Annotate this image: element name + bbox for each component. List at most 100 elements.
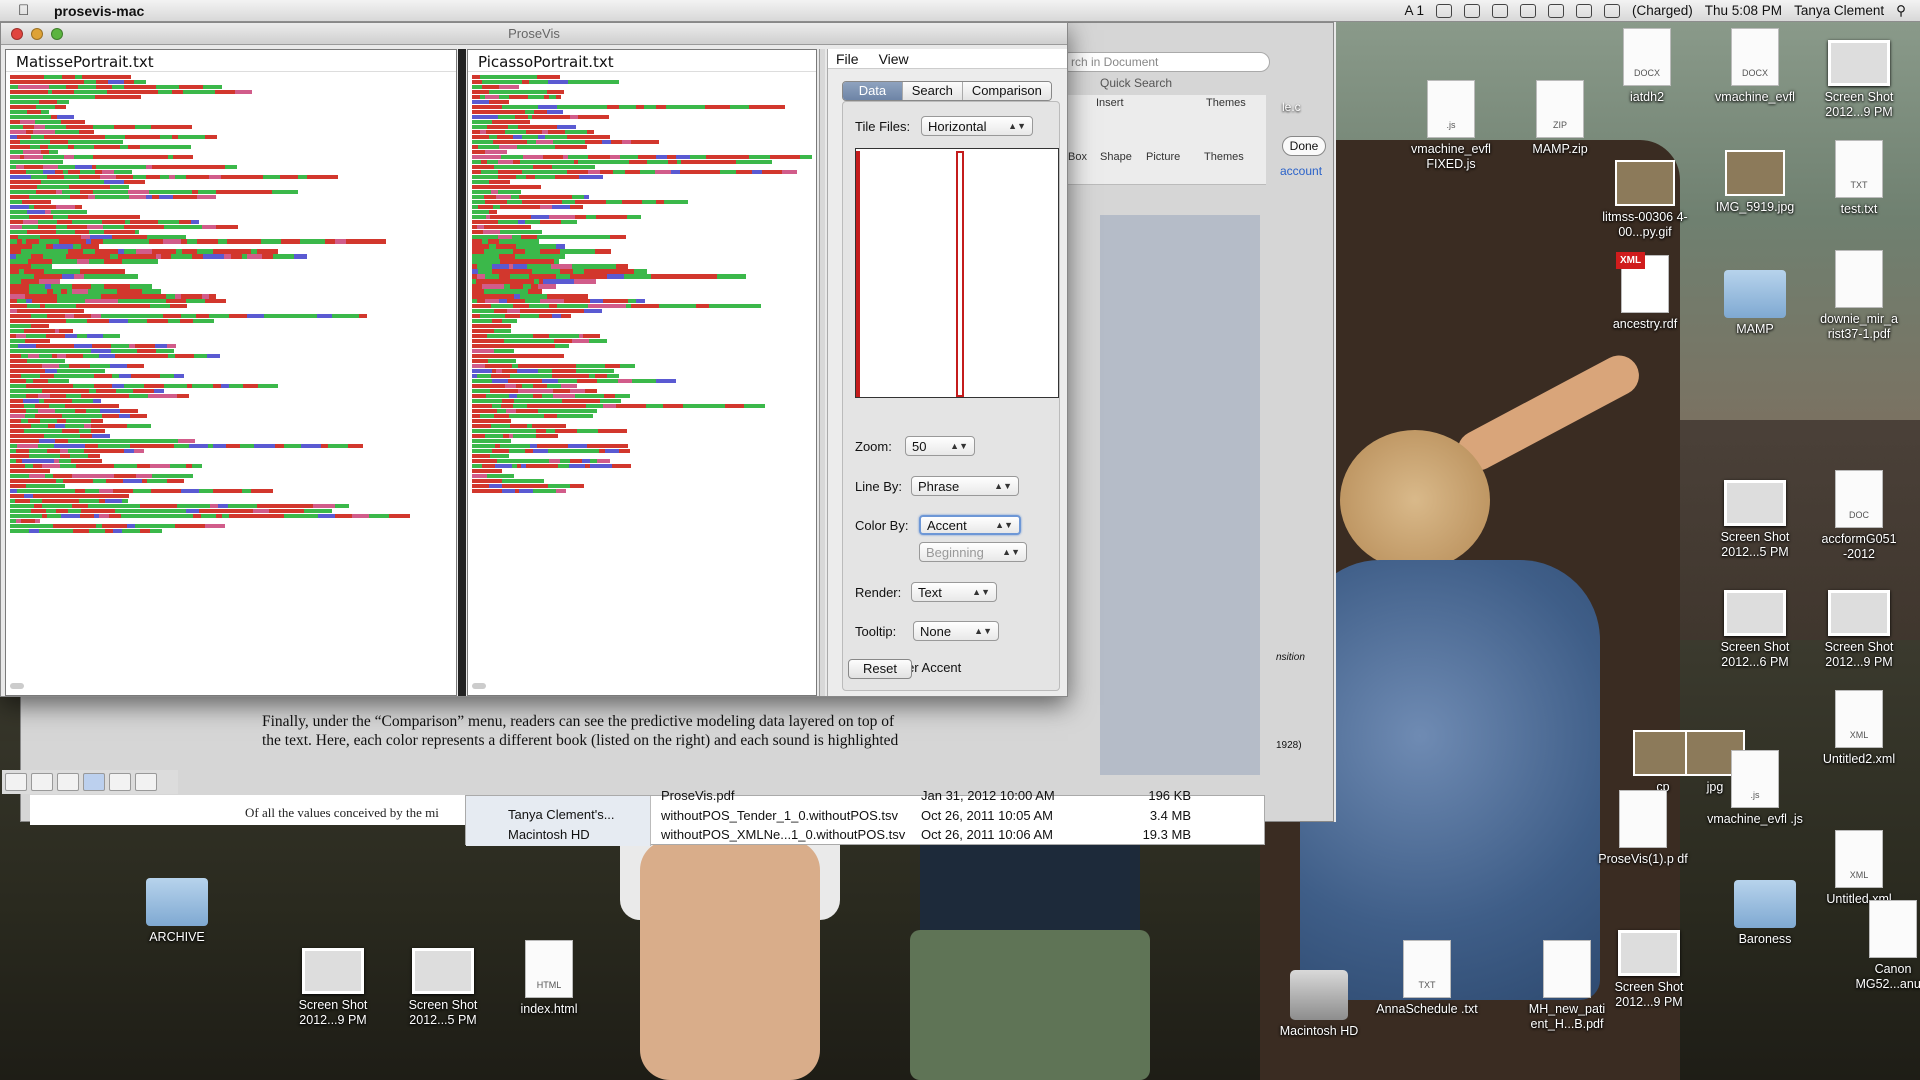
sidebar-item-macintosh-hd[interactable]: Macintosh HD xyxy=(466,824,650,844)
text-line[interactable] xyxy=(472,359,812,364)
text-line[interactable] xyxy=(10,75,452,80)
text-line[interactable] xyxy=(10,219,452,224)
text-line[interactable] xyxy=(10,284,452,289)
text-line[interactable] xyxy=(472,448,812,454)
text-line[interactable] xyxy=(10,79,452,85)
text-line[interactable] xyxy=(472,139,812,144)
view-menu[interactable]: View xyxy=(879,51,909,67)
text-line[interactable] xyxy=(10,184,452,189)
text-line[interactable] xyxy=(10,139,452,144)
text-line[interactable] xyxy=(10,304,452,309)
text-line[interactable] xyxy=(10,104,452,110)
text-line[interactable] xyxy=(10,84,452,90)
text-line[interactable] xyxy=(10,448,452,454)
text-line[interactable] xyxy=(472,394,812,399)
text-line[interactable] xyxy=(10,99,452,105)
print-layout-view-icon[interactable] xyxy=(83,773,105,791)
text-line[interactable] xyxy=(10,418,452,424)
text-line[interactable] xyxy=(10,324,452,329)
themes-button[interactable]: Themes xyxy=(1204,151,1244,163)
text-line[interactable] xyxy=(472,184,812,189)
text-line[interactable] xyxy=(10,264,452,269)
desktop-icon[interactable]: IMG_5919.jpg xyxy=(1700,150,1810,215)
desktop-icon[interactable]: HTML index.html xyxy=(494,940,604,1017)
text-line[interactable] xyxy=(472,458,812,463)
desktop-icon[interactable]: Screen Shot 2012...9 PM xyxy=(1804,40,1914,120)
text-line[interactable] xyxy=(472,319,812,324)
text-line[interactable] xyxy=(472,314,812,319)
text-line[interactable] xyxy=(472,453,812,458)
desktop-icon[interactable]: Screen Shot 2012...9 PM xyxy=(1804,590,1914,670)
text-line[interactable] xyxy=(472,349,812,354)
text-line[interactable] xyxy=(10,394,452,399)
text-line[interactable] xyxy=(472,119,812,125)
table-row[interactable]: ProseVis.pdf Jan 31, 2012 10:00 AM 196 K… xyxy=(661,788,1191,803)
text-line[interactable] xyxy=(472,389,812,394)
text-line[interactable] xyxy=(10,463,452,468)
desktop-icon[interactable]: ProseVis(1).p df xyxy=(1588,790,1698,867)
text-line[interactable] xyxy=(472,289,812,294)
text-line[interactable] xyxy=(10,528,452,533)
text-line[interactable] xyxy=(472,478,812,483)
text-line[interactable] xyxy=(10,349,452,354)
text-line[interactable] xyxy=(472,254,812,259)
text-line[interactable] xyxy=(472,334,812,339)
text-line[interactable] xyxy=(472,239,812,244)
text-line[interactable] xyxy=(472,438,812,444)
text-line[interactable] xyxy=(472,408,812,414)
text-line[interactable] xyxy=(472,209,812,214)
text-line[interactable] xyxy=(472,463,812,468)
text-line[interactable] xyxy=(10,244,452,249)
text-line[interactable] xyxy=(10,154,452,159)
desktop-icon[interactable]: ARCHIVE xyxy=(122,878,232,945)
text-line[interactable] xyxy=(10,379,452,384)
tile-preview[interactable] xyxy=(855,148,1059,398)
quick-search-label[interactable]: Quick Search xyxy=(1100,76,1172,90)
text-line[interactable] xyxy=(10,364,452,369)
text-line[interactable] xyxy=(472,94,812,100)
text-line[interactable] xyxy=(472,354,812,359)
picture-button[interactable]: Picture xyxy=(1146,151,1180,163)
text-line[interactable] xyxy=(10,194,452,199)
text-line[interactable] xyxy=(10,209,452,214)
color-by-sub-select[interactable]: Beginning ▲▼ xyxy=(919,542,1027,562)
text-line[interactable] xyxy=(472,199,812,204)
text-line[interactable] xyxy=(472,398,812,404)
text-line[interactable] xyxy=(472,433,812,439)
time-machine-icon[interactable] xyxy=(1519,3,1536,18)
tab-data[interactable]: Data xyxy=(843,82,903,100)
desktop-icon[interactable]: XML ancestry.rdf xyxy=(1590,252,1700,332)
shape-button[interactable]: Shape xyxy=(1100,151,1132,163)
sidebar-item-user[interactable]: Tanya Clement's... xyxy=(466,804,650,824)
text-line[interactable] xyxy=(472,134,812,139)
table-row[interactable]: withoutPOS_Tender_1_0.withoutPOS.tsv Oct… xyxy=(661,808,1191,823)
text-line[interactable] xyxy=(472,369,812,374)
text-line[interactable] xyxy=(10,144,452,149)
text-line[interactable] xyxy=(10,269,452,274)
text-line[interactable] xyxy=(472,89,812,95)
desktop-icon[interactable]: Screen Shot 2012...6 PM xyxy=(1700,590,1810,670)
desktop-icon[interactable]: Screen Shot 2012...9 PM xyxy=(278,948,388,1028)
text-line[interactable] xyxy=(10,259,452,264)
desktop-icon[interactable]: XML Untitled2.xml xyxy=(1804,690,1914,767)
desktop-icon[interactable]: XML Untitled.xml xyxy=(1804,830,1914,907)
user-menu[interactable]: Tanya Clement xyxy=(1794,3,1884,18)
color-by-select[interactable]: Accent ▲▼ xyxy=(919,515,1021,535)
desktop-icon[interactable]: TXT AnnaSchedule .txt xyxy=(1372,940,1482,1017)
text-line[interactable] xyxy=(472,299,812,304)
text-line[interactable] xyxy=(472,488,812,493)
text-line[interactable] xyxy=(10,279,452,284)
tab-search[interactable]: Search xyxy=(902,82,963,100)
text-line[interactable] xyxy=(472,174,812,179)
battery-status[interactable]: (Charged) xyxy=(1632,3,1693,18)
input-menu[interactable]: A 1 xyxy=(1404,3,1424,18)
text-line[interactable] xyxy=(472,344,812,349)
text-line[interactable] xyxy=(472,294,812,299)
text-line[interactable] xyxy=(472,364,812,369)
notebook-view-icon[interactable] xyxy=(109,773,131,791)
text-line[interactable] xyxy=(472,164,812,169)
text-line[interactable] xyxy=(472,384,812,389)
tile-files-select[interactable]: Horizontal ▲▼ xyxy=(921,116,1033,136)
text-line[interactable] xyxy=(10,124,452,130)
text-line[interactable] xyxy=(472,304,812,309)
